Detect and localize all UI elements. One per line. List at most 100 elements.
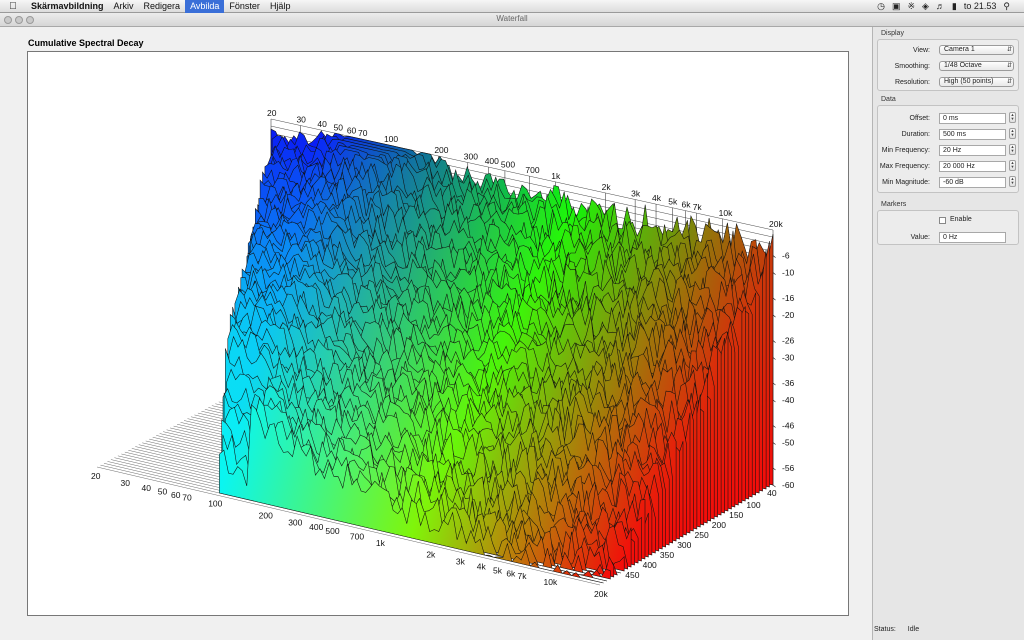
front-freq-tick-label: 3k — [456, 557, 466, 567]
magnitude-tick-label: -40 — [782, 395, 795, 405]
data-section: Offset: 0 ms ▲ ▼ Duration: 500 ms ▲ ▼ Min … — [877, 105, 1019, 193]
menu-app[interactable]: Skärmavbildning — [26, 0, 109, 13]
menu-fonster[interactable]: Fönster — [224, 0, 265, 13]
status-bar: Status: Idle — [874, 626, 919, 633]
magnitude-tick-label: -16 — [782, 293, 795, 303]
max-frequency-label: Max Frequency: — [879, 162, 930, 170]
duration-label: Duration: — [901, 130, 930, 138]
back-freq-tick-label: 70 — [358, 128, 368, 138]
marker-value-label: Value: — [910, 233, 930, 241]
magnitude-tick-label: -46 — [782, 421, 795, 431]
marker-value-field[interactable]: 0 Hz — [939, 232, 1006, 243]
magnitude-tick — [772, 425, 776, 428]
magnitude-tick — [772, 297, 776, 301]
magnitude-tick — [772, 399, 776, 403]
back-freq-tick-label: 30 — [296, 115, 306, 125]
magnitude-tick-label: -6 — [782, 251, 790, 261]
front-freq-tick-label: 300 — [288, 517, 302, 527]
apple-icon[interactable]:  — [0, 1, 26, 12]
min-frequency-stepper[interactable]: ▲ ▼ — [1009, 144, 1016, 155]
back-freq-tick-label: 7k — [693, 202, 703, 212]
time-machine-icon[interactable]: ◷ — [877, 1, 885, 12]
duration-field[interactable]: 500 ms — [939, 129, 1006, 140]
status-label: Status: — [874, 626, 896, 633]
menubar-extras: ◷ ▣ ※ ◈ ♬ ▮ to 21.53 ⚲ — [877, 1, 1024, 12]
back-freq-tick-label: 40 — [317, 119, 327, 129]
magnitude-tick — [772, 255, 776, 258]
magnitude-tick-label: -56 — [782, 463, 795, 473]
display-section-label: Display — [881, 30, 904, 37]
front-freq-tick-label: 4k — [477, 562, 487, 572]
smoothing-value: 1/48 Octave — [944, 62, 982, 69]
display-icon[interactable]: ▣ — [892, 1, 901, 12]
front-freq-tick-label: 1k — [376, 538, 386, 548]
enable-checkbox[interactable] — [939, 217, 946, 224]
time-tick-label: 350 — [660, 550, 674, 560]
magnitude-tick — [772, 467, 776, 471]
menu-redigera[interactable]: Redigera — [139, 0, 186, 13]
back-freq-tick-label: 20 — [267, 108, 277, 118]
resolution-popup[interactable]: High (50 points) ⇵ — [939, 77, 1014, 87]
magnitude-tick — [772, 382, 776, 386]
front-freq-tick-label: 6k — [506, 568, 516, 578]
bluetooth-icon[interactable]: ※ — [907, 1, 915, 12]
front-freq-tick-label: 2k — [426, 550, 436, 560]
enable-label: Enable — [950, 216, 972, 223]
updown-icon: ⇵ — [1006, 63, 1012, 69]
back-freq-tick-label: 700 — [525, 165, 539, 175]
back-freq-tick-label: 100 — [384, 134, 398, 144]
battery-icon[interactable]: ▮ — [952, 1, 957, 12]
front-freq-tick-label: 10k — [544, 577, 558, 587]
back-freq-tick-label: 20k — [769, 219, 783, 229]
updown-icon: ⇵ — [1006, 79, 1012, 85]
menu-avbilda[interactable]: Avbilda — [185, 0, 225, 13]
back-freq-tick-label: 400 — [485, 156, 499, 166]
view-popup[interactable]: Camera 1 ⇵ — [939, 45, 1014, 55]
min-frequency-label: Min Frequency: — [881, 146, 930, 154]
min-frequency-field[interactable]: 20 Hz — [939, 145, 1006, 156]
min-magnitude-field[interactable]: -60 dB — [939, 177, 1006, 188]
magnitude-tick-label: -20 — [782, 310, 795, 320]
max-frequency-stepper[interactable]: ▲ ▼ — [1009, 160, 1016, 171]
front-freq-tick-label: 100 — [208, 498, 222, 508]
magnitude-tick-label: -26 — [782, 336, 795, 346]
smoothing-popup[interactable]: 1/48 Octave ⇵ — [939, 61, 1014, 71]
view-value: Camera 1 — [944, 46, 975, 53]
inspector-sidebar: Display View: Camera 1 ⇵ Smoothing: 1/48 … — [872, 27, 1024, 640]
offset-field[interactable]: 0 ms — [939, 113, 1006, 124]
time-tick-label: 200 — [712, 520, 726, 530]
menu-hjalp[interactable]: Hjälp — [265, 0, 296, 13]
magnitude-tick — [772, 272, 776, 275]
waterfall-plot[interactable]: 20 30 40 50 60 70 100 200 300 400 500 700 1k 2k 3k 4k 5k… — [27, 51, 849, 616]
menu-arkiv[interactable]: Arkiv — [109, 0, 139, 13]
offset-stepper[interactable]: ▲ ▼ — [1009, 112, 1016, 123]
back-freq-tick-label: 3k — [631, 189, 641, 199]
window-title: Waterfall — [496, 14, 528, 23]
markers-section-label: Markers — [881, 201, 907, 208]
back-freq-tick-label: 1k — [551, 171, 561, 181]
duration-stepper[interactable]: ▲ ▼ — [1009, 128, 1016, 139]
status-value: Idle — [907, 626, 920, 633]
front-freq-tick-label: 20 — [91, 471, 101, 481]
front-freq-tick-label: 400 — [309, 522, 323, 532]
time-tick-label: 150 — [729, 510, 743, 520]
clock[interactable]: to 21.53 — [964, 1, 997, 11]
magnitude-tick-label: -50 — [782, 438, 795, 448]
front-freq-tick-label: 700 — [350, 532, 364, 542]
wifi-icon[interactable]: ◈ — [922, 1, 929, 12]
back-freq-tick-label: 10k — [719, 208, 733, 218]
back-freq-tick-label: 300 — [464, 152, 478, 162]
min-magnitude-stepper[interactable]: ▲ ▼ — [1009, 176, 1016, 187]
front-freq-tick-label: 500 — [325, 526, 339, 536]
window-titlebar[interactable]: Waterfall — [0, 13, 1024, 27]
time-tick-label: 250 — [695, 530, 709, 540]
main-content: Cumulative Spectral Decay 20 30 40 50 60 70 10… — [0, 27, 872, 640]
max-frequency-field[interactable]: 20 000 Hz — [939, 161, 1006, 172]
offset-label: Offset: — [909, 114, 931, 122]
resolution-value: High (50 points) — [944, 78, 994, 85]
front-freq-tick-label: 7k — [518, 571, 528, 581]
volume-icon[interactable]: ♬ — [936, 1, 945, 11]
updown-icon: ⇵ — [1006, 47, 1012, 53]
front-freq-tick-label: 30 — [121, 478, 131, 488]
spotlight-icon[interactable]: ⚲ — [1003, 1, 1010, 12]
